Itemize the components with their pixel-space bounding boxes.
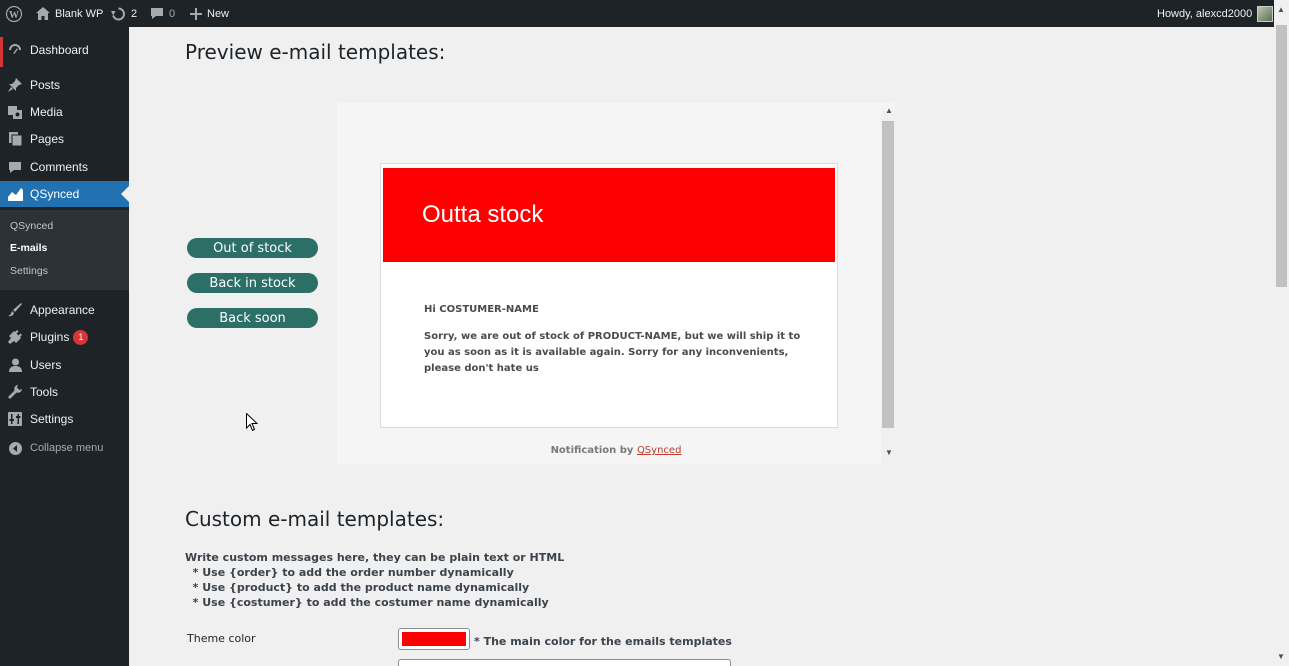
wordpress-icon: W: [6, 5, 22, 22]
new-content-link[interactable]: New: [190, 0, 229, 27]
preview-scrollbar-thumb[interactable]: [882, 121, 894, 428]
mouse-cursor-icon: [246, 413, 258, 432]
sidebar-item-media[interactable]: Media: [0, 99, 129, 125]
collapse-icon: [0, 441, 30, 455]
sidebar-item-tools[interactable]: Tools: [0, 379, 129, 405]
comments-link[interactable]: 0: [150, 0, 175, 27]
sidebar-item-plugins[interactable]: Plugins 1: [0, 324, 129, 350]
custom-heading: Custom e-mail templates:: [185, 507, 445, 531]
admin-bar: W Blank WP 2 0 New Howdy, alexcd2000: [0, 0, 1289, 27]
qsynced-link[interactable]: QSynced: [637, 445, 681, 456]
back-in-stock-button[interactable]: Back in stock: [187, 273, 318, 293]
preview-scroll-up-icon[interactable]: ▲: [885, 106, 893, 115]
plugins-update-badge: 1: [73, 329, 89, 345]
my-account[interactable]: Howdy, alexcd2000: [1157, 0, 1274, 27]
preview-heading: Preview e-mail templates:: [185, 40, 446, 64]
email-header: Outta stock: [383, 168, 835, 262]
main-content: Preview e-mail templates: Out of stock B…: [129, 27, 1274, 666]
sidebar-item-posts[interactable]: Posts: [0, 72, 129, 98]
out-of-stock-button[interactable]: Out of stock: [187, 238, 318, 258]
sidebar-item-label: Plugins: [30, 330, 70, 344]
site-name: Blank WP: [55, 7, 104, 20]
submenu: QSynced E-mails Settings: [0, 210, 129, 290]
pages-icon: [0, 132, 30, 146]
sidebar-item-comments[interactable]: Comments: [0, 154, 129, 180]
sidebar-item-label: Settings: [30, 412, 74, 426]
comment-icon: [150, 7, 164, 20]
description-line: * Use {product} to add the product name …: [185, 581, 530, 594]
pin-icon: [0, 78, 30, 92]
chart-icon: [0, 187, 30, 201]
submenu-item-settings[interactable]: Settings: [10, 265, 48, 277]
comment-icon: [0, 161, 30, 174]
theme-color-picker[interactable]: [398, 628, 470, 650]
email-preview-frame[interactable]: Outta stock Hi COSTUMER-NAME Sorry, we a…: [337, 103, 895, 464]
footer-prefix: Notification by: [550, 445, 637, 456]
new-label: New: [207, 7, 230, 20]
sidebar-item-label: QSynced: [30, 187, 80, 201]
dashboard-icon: [0, 43, 30, 57]
preview-scroll-down-icon[interactable]: ▼: [885, 448, 893, 457]
back-soon-button[interactable]: Back soon: [187, 308, 318, 328]
sidebar-item-label: Comments: [30, 160, 89, 174]
email-title: Outta stock: [422, 201, 544, 228]
updates-link[interactable]: 2: [111, 0, 137, 27]
collapse-menu-button[interactable]: Collapse menu: [0, 435, 129, 461]
sidebar-item-label: Tools: [30, 385, 59, 399]
admin-menu: Dashboard Posts Media Pages Comments QSy…: [0, 27, 129, 666]
page-scroll-down-icon[interactable]: ▼: [1277, 652, 1285, 661]
sidebar-item-label: Dashboard: [30, 43, 89, 57]
updates-count: 2: [131, 7, 138, 20]
updates-icon: [111, 7, 126, 21]
sidebar-item-label: Media: [30, 105, 63, 119]
custom-description: Write custom messages here, they can be …: [185, 550, 564, 610]
email-greeting: Hi COSTUMER-NAME: [424, 304, 539, 315]
wrench-icon: [0, 385, 30, 399]
media-icon: [0, 105, 30, 119]
collapse-label: Collapse menu: [30, 442, 104, 454]
sidebar-item-label: Posts: [30, 78, 61, 92]
home-icon: [36, 7, 50, 20]
page-scroll-up-icon[interactable]: ▲: [1277, 5, 1285, 14]
sidebar-item-settings[interactable]: Settings: [0, 406, 129, 432]
preview-scrollbar[interactable]: [881, 111, 895, 464]
submenu-item-qsynced[interactable]: QSynced: [10, 220, 53, 232]
wordpress-logo[interactable]: W: [6, 0, 22, 27]
greeting: Howdy, alexcd2000: [1157, 7, 1253, 20]
description-line: Write custom messages here, they can be …: [185, 551, 565, 564]
theme-color-swatch: [402, 632, 466, 646]
avatar: [1257, 5, 1274, 22]
plus-icon: [190, 7, 202, 20]
sidebar-item-label: Appearance: [30, 303, 95, 317]
sidebar-item-appearance[interactable]: Appearance: [0, 297, 129, 323]
comments-count: 0: [169, 7, 176, 20]
sidebar-item-users[interactable]: Users: [0, 352, 129, 378]
sidebar-item-dashboard[interactable]: Dashboard: [0, 37, 129, 63]
notification-footer: Notification by QSynced: [337, 445, 895, 456]
plug-icon: [0, 330, 30, 344]
settings-icon: [0, 412, 30, 426]
sidebar-item-label: Pages: [30, 132, 65, 146]
sidebar-item-label: Users: [30, 358, 62, 372]
custom-template-field[interactable]: [398, 659, 731, 666]
sidebar-item-qsynced[interactable]: QSynced: [0, 181, 129, 207]
email-body: Hi COSTUMER-NAME Sorry, we are out of st…: [424, 302, 804, 377]
theme-color-help: * The main color for the emails template…: [474, 635, 732, 648]
description-line: * Use {costumer} to add the costumer nam…: [185, 596, 549, 609]
page-scrollbar[interactable]: ▲ ▼: [1274, 0, 1289, 666]
brush-icon: [0, 303, 30, 317]
site-name-link[interactable]: Blank WP: [36, 0, 103, 27]
submenu-item-emails[interactable]: E-mails: [10, 242, 47, 254]
email-card: Outta stock Hi COSTUMER-NAME Sorry, we a…: [380, 163, 838, 428]
page-scrollbar-thumb[interactable]: [1276, 25, 1287, 287]
theme-color-label: Theme color: [187, 632, 256, 645]
svg-text:W: W: [9, 10, 19, 21]
email-message: Sorry, we are out of stock of PRODUCT-NA…: [424, 331, 801, 374]
description-line: * Use {order} to add the order number dy…: [185, 566, 514, 579]
user-icon: [0, 358, 30, 372]
sidebar-item-pages[interactable]: Pages: [0, 126, 129, 152]
